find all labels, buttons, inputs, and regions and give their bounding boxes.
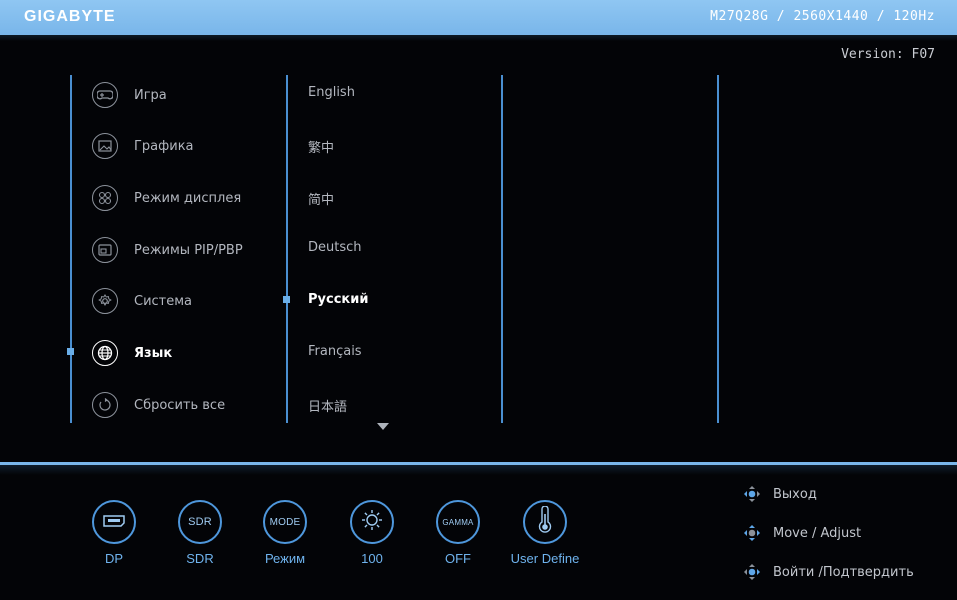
- thermometer-icon: [537, 505, 553, 538]
- menu-item-label: Сбросить все: [134, 397, 226, 413]
- brightness-button[interactable]: [350, 500, 394, 544]
- gamepad-icon: [92, 82, 118, 108]
- version-label: Version: F07: [841, 47, 935, 62]
- menu-item-label: Игра: [134, 87, 167, 103]
- menu-item-label: Графика: [134, 138, 194, 154]
- menu-column-line: [70, 75, 72, 423]
- menu-item-display-mode[interactable]: Режим дисплея: [92, 183, 241, 213]
- hint-enter-confirm-label: Войти /Подтвердить: [773, 564, 914, 580]
- language-option-japanese[interactable]: 日本語: [308, 396, 347, 415]
- bottom-separator-glow: [0, 465, 957, 475]
- menu-item-system[interactable]: Система: [92, 286, 192, 316]
- menu-item-label: Режимы PIP/PBP: [134, 242, 243, 258]
- gamma-label: OFF: [445, 551, 471, 566]
- language-option-russian[interactable]: Русский: [308, 292, 368, 307]
- picture-icon: [92, 133, 118, 159]
- hint-exit: Выход: [742, 485, 817, 503]
- model-info: M27Q28G / 2560X1440 / 120Hz: [710, 9, 935, 24]
- fourth-column-line: [717, 75, 719, 423]
- dp-port-icon: [102, 513, 126, 532]
- display-mode-icon: [92, 185, 118, 211]
- gamma-icon: GAMMA: [442, 517, 474, 527]
- picture-mode-button[interactable]: MODE: [263, 500, 307, 544]
- menu-item-reset-all[interactable]: Сбросить все: [92, 390, 225, 420]
- globe-icon: [92, 340, 118, 366]
- input-source-label: DP: [104, 551, 124, 566]
- menu-item-label: Режим дисплея: [134, 190, 242, 206]
- menu-item-game[interactable]: Игра: [92, 80, 167, 110]
- color-temperature-button[interactable]: [523, 500, 567, 544]
- mode-icon: MODE: [269, 516, 301, 528]
- hint-enter-confirm: Войти /Подтвердить: [742, 563, 914, 581]
- input-source-button[interactable]: [92, 500, 136, 544]
- joystick-press-icon: [742, 563, 762, 581]
- menu-item-graphics[interactable]: Графика: [92, 131, 194, 161]
- menu-selection-marker: [67, 348, 74, 355]
- language-option-traditional-chinese[interactable]: 繁中: [308, 137, 334, 156]
- sdr-icon: SDR: [188, 516, 212, 528]
- language-option-deutsch[interactable]: Deutsch: [308, 240, 362, 255]
- brightness-label: 100: [361, 551, 383, 566]
- joystick-move-icon: [742, 524, 762, 542]
- picture-mode-label: Режим: [264, 551, 306, 566]
- menu-item-label: Язык: [134, 345, 173, 361]
- language-option-french[interactable]: Français: [308, 344, 362, 359]
- sdr-button[interactable]: SDR: [178, 500, 222, 544]
- color-temperature-label: User Define: [510, 551, 580, 566]
- brand-logo: GIGABYTE: [24, 8, 116, 25]
- language-selection-marker: [283, 296, 290, 303]
- pip-icon: [92, 237, 118, 263]
- menu-item-label: Система: [134, 293, 193, 309]
- hint-move-adjust-label: Move / Adjust: [773, 525, 862, 541]
- joystick-left-icon: [742, 485, 762, 503]
- hint-exit-label: Выход: [773, 486, 817, 502]
- gear-icon: [92, 288, 118, 314]
- gamma-button[interactable]: GAMMA: [436, 500, 480, 544]
- menu-item-language[interactable]: Язык: [92, 338, 172, 368]
- scroll-down-icon[interactable]: [377, 423, 389, 430]
- language-option-english[interactable]: English: [308, 85, 355, 100]
- top-bar: GIGABYTE M27Q28G / 2560X1440 / 120Hz: [0, 0, 957, 35]
- top-bar-shadow: [0, 35, 957, 41]
- language-option-simplified-chinese[interactable]: 简中: [308, 189, 334, 208]
- brightness-icon: [360, 508, 384, 536]
- third-column-line: [501, 75, 503, 423]
- hint-move-adjust: Move / Adjust: [742, 524, 861, 542]
- reset-icon: [92, 392, 118, 418]
- menu-item-pip-pbp[interactable]: Режимы PIP/PBP: [92, 235, 243, 265]
- language-column-line: [286, 75, 288, 423]
